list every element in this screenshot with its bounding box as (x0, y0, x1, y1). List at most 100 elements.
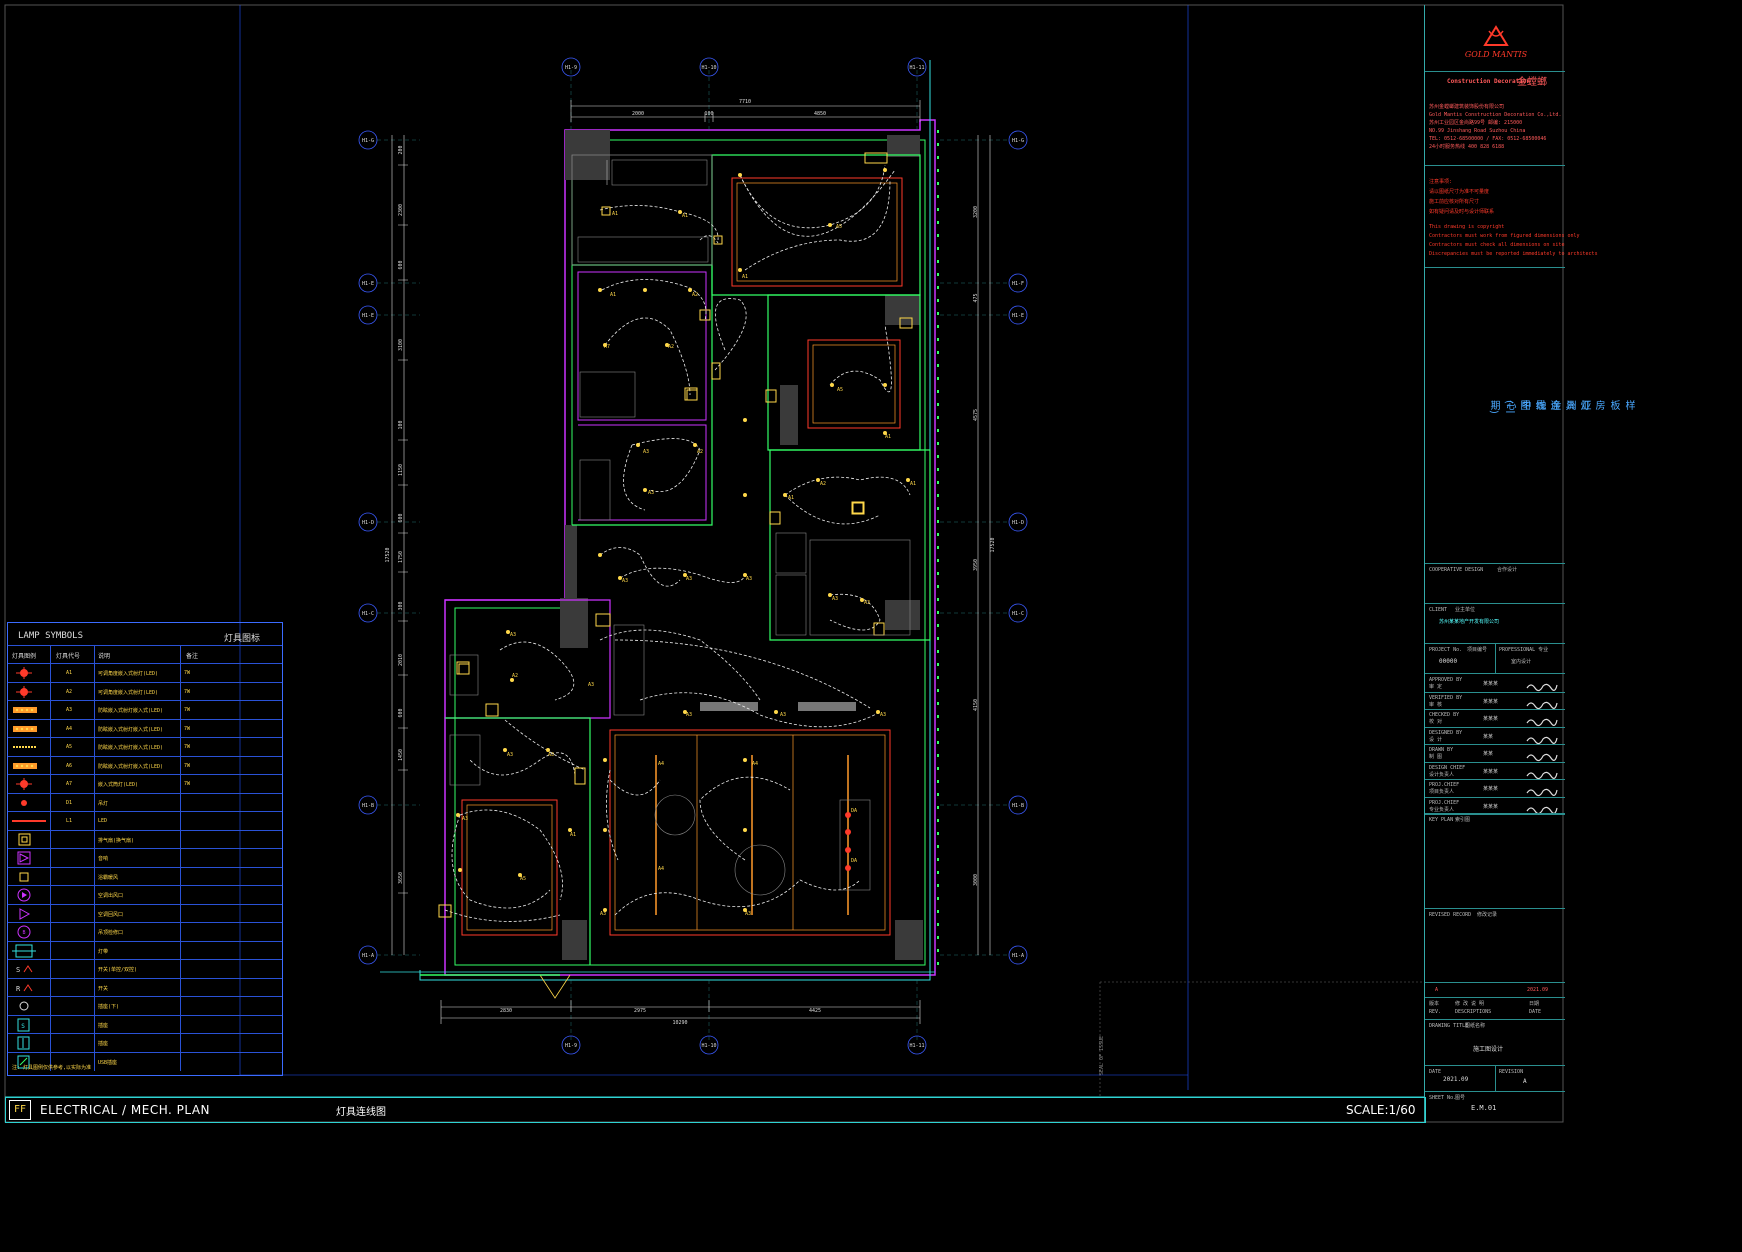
legend-desc: 嵌入式筒灯(LED) (98, 782, 139, 788)
legend-cell-divider (180, 719, 181, 738)
legend-cell-divider (94, 646, 95, 664)
legend-cell-divider (50, 849, 51, 867)
revision-value: A (1523, 1078, 1527, 1085)
exhaust-fan-icon (852, 502, 864, 514)
switch-s-icon: S (10, 960, 48, 978)
role-row: DRAWN BY 制 图 某某 (1425, 745, 1565, 763)
dim-right-label: 3950 (973, 559, 979, 571)
legend-cell-divider (94, 886, 95, 904)
dim-left-label: 200 (398, 145, 404, 154)
signature (1525, 782, 1559, 797)
svg-text:A1: A1 (885, 434, 891, 440)
linear-light (798, 702, 856, 711)
spotlight-red-icon (10, 775, 48, 793)
legend-cell-divider (180, 941, 181, 960)
role-en: PROJ.CHIEF (1429, 799, 1460, 806)
revised-record-label: REVISED RECORD (1429, 912, 1472, 918)
professional-value: 室内设计 (1511, 659, 1532, 665)
legend-code: A4 (66, 725, 73, 732)
legend-cell-divider (50, 923, 51, 941)
dim-top-part: 2000 (632, 111, 644, 117)
svg-text:A4: A4 (752, 761, 758, 767)
key-plan-label: KEY PLAN (1429, 817, 1454, 823)
grid-bubble-top: H1-9 (565, 65, 577, 71)
rev-header: DESCRIPTIONS (1455, 1009, 1492, 1015)
legend-cell-divider (94, 867, 95, 886)
wall-block (562, 920, 587, 960)
signature (1525, 747, 1559, 762)
role-en: PROJ.CHIEF (1429, 782, 1460, 788)
dim-left-label: 3100 (398, 339, 404, 351)
exhaust-fan-icon (686, 389, 698, 401)
role-row: CHECKED BY 校 对 某某某 (1425, 710, 1565, 728)
role-cn: 项目负责人 (1429, 789, 1455, 795)
dim-right-label: 3000 (973, 874, 979, 886)
role-name: 某某某 (1483, 768, 1499, 775)
address-line: TEL: 0512-68500000 / FAX: 0512-68500046 (1429, 136, 1547, 142)
svg-text:A3: A3 (510, 632, 516, 638)
svg-text:A3: A3 (507, 752, 513, 758)
role-row: DESIGNED BY 设 计 某某 (1425, 728, 1565, 745)
legend-note: 7W (184, 688, 191, 695)
legend-code: A6 (66, 762, 73, 769)
legend-header-row (8, 645, 282, 664)
svg-text:A4: A4 (658, 761, 664, 767)
ceiling-outline (731, 177, 903, 287)
address-line: NO.99 Jinshang Road Suzhou China (1429, 128, 1526, 134)
svg-text:A4: A4 (658, 866, 664, 872)
room-wall (572, 264, 713, 526)
legend-cell-divider (94, 830, 95, 849)
legend-desc: 吊灯 (98, 800, 109, 807)
door-arc (539, 974, 571, 999)
legend-desc: 防眩嵌入式射灯嵌入式(LED) (98, 763, 164, 770)
revision-label: REVISION (1499, 1069, 1524, 1075)
legend-cell-divider (180, 830, 181, 849)
company-address: 苏州金螳螂建筑装饰股份有限公司 Gold Mantis Construction … (1429, 103, 1561, 151)
legend-desc: 插座(下) (98, 1004, 120, 1010)
legend-cell-divider (50, 1034, 51, 1052)
legend-cell-divider (94, 738, 95, 756)
svg-text:A1: A1 (570, 832, 576, 838)
grid-bubble-bottom: H1-9 (565, 1043, 577, 1049)
client-value: 苏州某某地产开发有限公司 (1439, 619, 1500, 625)
drawing-title-cn: 图纸名称 (1465, 1023, 1486, 1029)
legend-desc: 防眩嵌入式射灯嵌入式(LED) (98, 745, 164, 751)
rev-header-cn: 版本 (1429, 1001, 1440, 1007)
rev-header: DATE (1529, 1009, 1542, 1015)
pendant-red-icon (10, 794, 48, 812)
dim-right-total: 17520 (990, 537, 996, 552)
furniture (449, 159, 911, 896)
legend-cell-divider (180, 1015, 181, 1034)
dim-top-part: 4850 (814, 111, 826, 117)
role-name: 某某某 (1483, 803, 1499, 810)
legend-row: 插座 (8, 1033, 282, 1052)
legend-desc: 空调回风口 (98, 911, 124, 918)
grid-bubble-right: H1-D (1012, 520, 1024, 526)
dim-left-label: 2010 (398, 654, 404, 666)
legend-cell-divider (180, 886, 181, 904)
svg-text:A1: A1 (788, 495, 794, 501)
svg-text:A2: A2 (697, 449, 703, 455)
legend-row: D1 吊灯 (8, 792, 282, 812)
svg-text:B: B (22, 930, 25, 936)
svg-text:A3: A3 (600, 911, 606, 917)
signature (1525, 712, 1559, 727)
dim-right-label: 475 (973, 293, 979, 302)
dim-bottom-part: 2975 (634, 1008, 646, 1014)
note-en-line: This drawing is copyright (1429, 224, 1505, 230)
cooperative-label: COOPERATIVE DESIGN (1429, 567, 1484, 573)
legend-row: 浴霸暖风 (8, 866, 282, 886)
legend-cell-divider (50, 756, 51, 775)
sheet-no-label: SHEET No. (1429, 1095, 1457, 1101)
address-line: 苏州工业园区金尚路99号 邮编: 215000 (1429, 120, 1523, 126)
spotlight-red-icon (10, 683, 48, 701)
legend-cell-divider (180, 793, 181, 812)
legend-cell-divider (94, 793, 95, 812)
svg-text:S: S (16, 966, 20, 974)
dim-left-label: 1750 (398, 551, 404, 563)
exhaust-fan-icon (458, 663, 470, 675)
legend-desc: 音响 (98, 856, 109, 862)
dim-top-total: 7710 (739, 99, 751, 105)
triangle-magenta-icon (10, 849, 48, 867)
role-name: 某某某 (1483, 786, 1499, 792)
